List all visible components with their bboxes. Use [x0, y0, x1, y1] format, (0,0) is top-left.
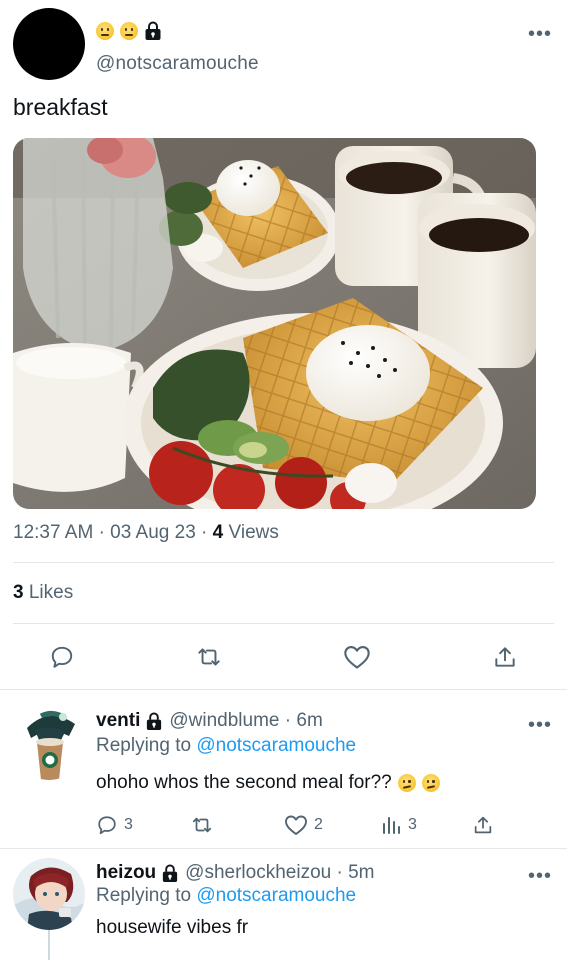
reply-avatar[interactable]: [13, 708, 85, 780]
heart-icon: [285, 815, 307, 835]
tweet-action-bar: [0, 640, 567, 674]
tweet-timestamp[interactable]: 12:37 AM · 03 Aug 23 · 4 Views: [13, 522, 279, 544]
reply-icon: [51, 646, 73, 668]
divider: [0, 848, 567, 849]
likes-label: Likes: [28, 582, 74, 603]
reply-text: housewife vibes fr: [96, 917, 248, 939]
divider: [13, 623, 554, 624]
tweet-date: 03 Aug 23: [110, 522, 196, 543]
tweet-text: breakfast: [13, 94, 108, 120]
smirking-face-emoji-icon: [397, 774, 416, 792]
replying-to: Replying to @notscaramouche: [96, 885, 356, 907]
retweet-button[interactable]: [190, 813, 214, 837]
protected-lock-icon: [147, 711, 162, 730]
smirking-face-emoji-icon: [421, 774, 440, 792]
separator-dot: ·: [331, 862, 349, 883]
more-options-icon[interactable]: •••: [528, 24, 552, 44]
reply-button[interactable]: [47, 640, 77, 674]
reply-time[interactable]: 5m: [348, 862, 374, 884]
reply-handle[interactable]: @sherlockheizou: [185, 862, 331, 884]
replying-to-link[interactable]: @notscaramouche: [196, 735, 356, 756]
more-options-icon[interactable]: •••: [528, 715, 552, 735]
reply-action-bar: 3 2 3: [96, 813, 516, 837]
likes-count: 3: [13, 582, 24, 603]
share-button[interactable]: [472, 813, 494, 837]
share-button[interactable]: [490, 640, 520, 674]
tweet-photo[interactable]: [13, 138, 536, 509]
reply-icon: [98, 816, 116, 835]
divider: [0, 689, 567, 690]
likes-summary[interactable]: 3 Likes: [13, 582, 73, 604]
analytics-icon: [383, 817, 400, 834]
reply-header: heizou @sherlockheizou · 5m: [96, 862, 375, 884]
like-button[interactable]: [342, 640, 372, 674]
heizou-avatar-image: [13, 858, 85, 930]
protected-lock-icon: [163, 863, 178, 882]
replying-to-link[interactable]: @notscaramouche: [196, 885, 356, 906]
retweet-icon: [192, 817, 212, 833]
views-label: Views: [228, 522, 279, 543]
share-icon: [474, 816, 492, 834]
like-count: 2: [314, 816, 323, 833]
reply-avatar[interactable]: [13, 858, 85, 930]
share-icon: [495, 647, 515, 667]
separator-dot: ·: [201, 522, 213, 543]
views-button[interactable]: 3: [380, 813, 417, 837]
reply-handle[interactable]: @windblume: [169, 710, 279, 732]
reply-count: 3: [124, 816, 133, 833]
retweet-button[interactable]: [194, 640, 224, 674]
neutral-face-emoji-icon: [96, 22, 114, 40]
replying-to-label: Replying to: [96, 885, 192, 906]
views-count: 4: [212, 522, 224, 543]
author-handle[interactable]: @notscaramouche: [96, 53, 259, 75]
author-display-name[interactable]: [96, 20, 162, 42]
separator-dot: ·: [279, 710, 297, 731]
protected-lock-icon: [145, 21, 161, 40]
reply-display-name[interactable]: venti: [96, 710, 140, 732]
breakfast-photo-image: [13, 138, 536, 509]
author-avatar[interactable]: [13, 8, 85, 80]
reply-text: ohoho whos the second meal for??: [96, 772, 440, 794]
reply-display-name[interactable]: heizou: [96, 862, 156, 884]
reply-header: venti @windblume · 6m: [96, 710, 323, 732]
reply-text-content: ohoho whos the second meal for??: [96, 772, 392, 793]
like-button[interactable]: 2: [284, 813, 323, 837]
divider: [13, 562, 554, 563]
retweet-icon: [198, 648, 220, 666]
venti-avatar-image: [13, 708, 85, 780]
reply-button[interactable]: 3: [96, 813, 133, 837]
view-count: 3: [408, 816, 417, 833]
more-options-icon[interactable]: •••: [528, 866, 552, 886]
reply-time[interactable]: 6m: [296, 710, 322, 732]
replying-to-label: Replying to: [96, 735, 192, 756]
thread-connector-line: [48, 930, 50, 960]
heart-icon: [344, 646, 370, 669]
tweet-time: 12:37 AM: [13, 522, 94, 543]
separator-dot: ·: [98, 522, 111, 543]
reply-text-content: housewife vibes fr: [96, 917, 249, 938]
neutral-face-emoji-icon: [120, 22, 138, 40]
replying-to: Replying to @notscaramouche: [96, 735, 356, 757]
